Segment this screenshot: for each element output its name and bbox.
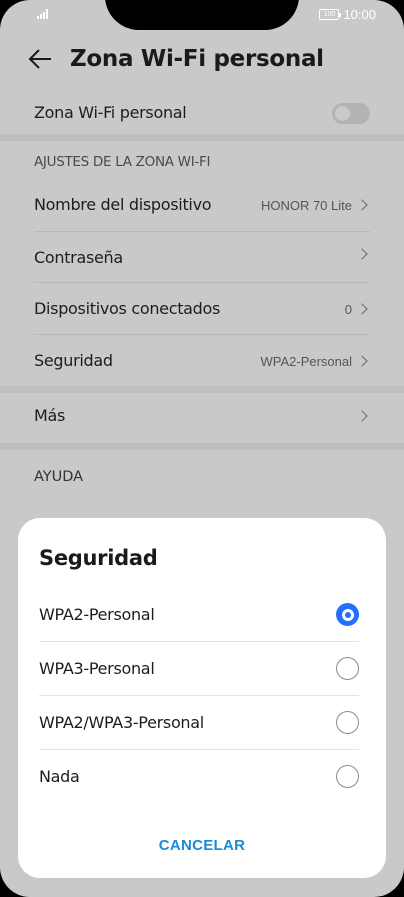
toggle-knob: [335, 106, 350, 121]
hotspot-toggle[interactable]: [332, 103, 370, 124]
section-header: AJUSTES DE LA ZONA WI-FI: [34, 154, 211, 170]
row-label: Nombre del dispositivo: [34, 195, 212, 214]
row-connected-devices[interactable]: Dispositivos conectados 0: [0, 284, 404, 334]
option-label: WPA3-Personal: [39, 659, 155, 678]
radio-selected-icon[interactable]: [336, 603, 359, 626]
row-value-group: 0: [344, 302, 368, 317]
cancel-button[interactable]: CANCELAR: [18, 828, 386, 864]
row-value: HONOR 70 Lite: [260, 198, 352, 213]
back-arrow-icon[interactable]: [28, 48, 52, 70]
option-wpa3-personal[interactable]: WPA3-Personal: [39, 642, 359, 696]
row-label: Dispositivos conectados: [34, 299, 221, 318]
chevron-right-icon: [356, 302, 368, 315]
option-label: WPA2/WPA3-Personal: [39, 713, 204, 732]
option-none[interactable]: Nada: [39, 750, 359, 804]
page-title: Zona Wi-Fi personal: [70, 46, 324, 72]
battery-icon: 100: [319, 9, 342, 20]
option-label: WPA2-Personal: [39, 605, 155, 624]
status-right: 100 10:00: [319, 7, 376, 22]
row-divider: [34, 231, 370, 232]
row-value-group: [352, 248, 368, 260]
row-value-group: WPA2-Personal: [260, 354, 368, 369]
row-divider: [34, 282, 370, 283]
row-divider: [34, 334, 370, 335]
section-divider: [0, 134, 404, 141]
chevron-right-icon: [356, 354, 368, 367]
chevron-right-icon: [356, 198, 368, 211]
chevron-right-icon: [356, 410, 368, 422]
row-label: Contraseña: [34, 248, 123, 267]
row-value-group: [352, 410, 368, 422]
hotspot-toggle-row[interactable]: Zona Wi-Fi personal: [0, 92, 404, 134]
radio-unselected-icon[interactable]: [336, 711, 359, 734]
row-more[interactable]: Más: [0, 393, 404, 443]
row-password[interactable]: Contraseña: [0, 233, 404, 283]
signal-icon: [37, 9, 51, 19]
status-bar: 100 10:00: [0, 0, 404, 30]
row-label: Más: [34, 406, 66, 425]
radio-unselected-icon[interactable]: [336, 765, 359, 788]
radio-unselected-icon[interactable]: [336, 657, 359, 680]
camera-notch: [105, 0, 299, 30]
option-label: Nada: [39, 767, 80, 786]
screen: 100 10:00 Zona Wi-Fi personal Zona Wi-Fi…: [0, 0, 404, 897]
app-header: Zona Wi-Fi personal: [0, 38, 404, 82]
row-device-name[interactable]: Nombre del dispositivo HONOR 70 Lite: [0, 180, 404, 230]
row-value-group: HONOR 70 Lite: [260, 198, 368, 213]
option-wpa2-wpa3-personal[interactable]: WPA2/WPA3-Personal: [39, 696, 359, 750]
row-security[interactable]: Seguridad WPA2-Personal: [0, 336, 404, 386]
dialog-title: Seguridad: [39, 546, 158, 570]
help-link[interactable]: AYUDA: [34, 469, 83, 485]
section-divider: [0, 386, 404, 393]
option-wpa2-personal[interactable]: WPA2-Personal: [39, 588, 359, 642]
row-value: WPA2-Personal: [260, 354, 352, 369]
chevron-right-icon: [356, 248, 368, 260]
row-label: Seguridad: [34, 351, 113, 370]
security-dialog: Seguridad WPA2-Personal WPA3-Personal WP…: [18, 518, 386, 878]
row-value: 0: [344, 302, 352, 317]
clock: 10:00: [343, 7, 376, 22]
hotspot-label: Zona Wi-Fi personal: [34, 103, 187, 122]
section-divider: [0, 443, 404, 450]
